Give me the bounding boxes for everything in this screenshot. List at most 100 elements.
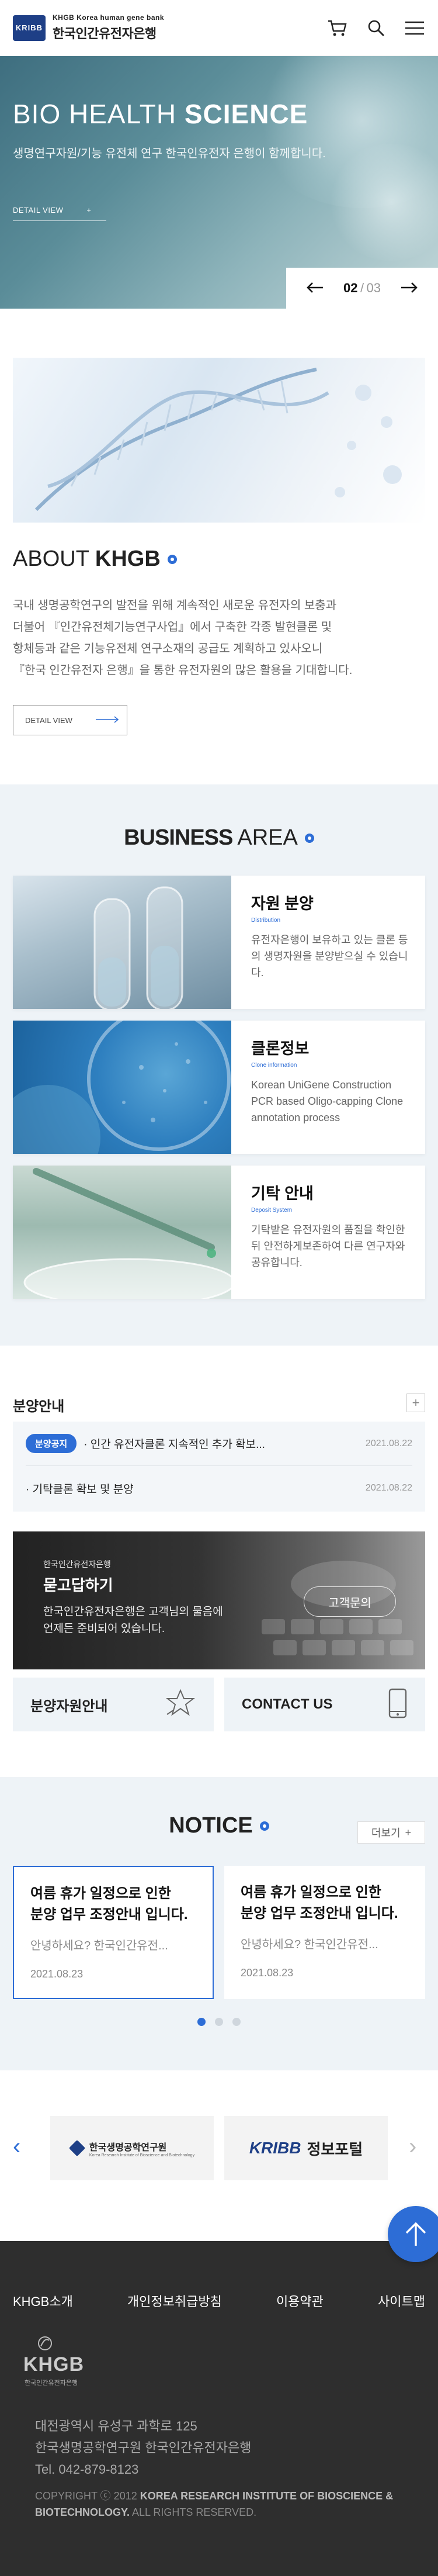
customer-inquiry-button[interactable]: 고객문의: [304, 1586, 396, 1617]
about-title-light: ABOUT: [13, 547, 89, 571]
partner-text: 한국생명공학연구원 Korea Research Institute of Bi…: [89, 2139, 194, 2157]
notice-card-title-line: 분양 업무 조정안내 입니다.: [30, 1907, 188, 1923]
badge-star-icon: [165, 1688, 196, 1721]
dot-icon: [304, 833, 314, 843]
list-item-date: 2021.08.22: [365, 1438, 412, 1448]
pagination-dot[interactable]: [197, 2018, 206, 2026]
footer-link-terms[interactable]: 이용약관: [276, 2291, 324, 2310]
hero-detail-link[interactable]: DETAIL VIEW +: [13, 206, 106, 221]
footer-logo: KHGB 한국인간유전자은행: [23, 2335, 105, 2393]
pagination-dot[interactable]: [215, 2018, 223, 2026]
notice-card-desc: 안녕하세요? 한국인간유전...: [241, 1938, 378, 1951]
about-desc-line: 『한국 인간유전자 은행』을 통한 유전자원의 많은 활용을 기대합니다.: [13, 664, 353, 677]
business-card-clone-info[interactable]: 클론정보 Clone information Korean UniGene Co…: [13, 1021, 425, 1154]
page-current: 02: [343, 281, 358, 295]
copyright-prefix: COPYRIGHT ⓒ 2012: [35, 2490, 140, 2502]
hero-detail-label: DETAIL VIEW: [13, 206, 64, 215]
list-item-title: · 인간 유전자클론 지속적인 추가 확보...: [84, 1439, 265, 1451]
scroll-top-button[interactable]: [388, 2206, 438, 2262]
cart-icon[interactable]: [327, 18, 348, 39]
test-tubes-image: [13, 876, 231, 1009]
distribution-resource-link[interactable]: 분양자원안내: [13, 1678, 214, 1731]
about-desc-line: 더불어 『인간유전체기능연구사업』에서 구축한 각종 발현클론 및: [13, 621, 332, 634]
list-item-title: · 기탁클론 확보 및 분양: [26, 1483, 134, 1496]
footer-address: 대전광역시 유성구 과학로 125 한국생명공학연구원 한국인간유전자은행 Te…: [35, 2415, 251, 2480]
next-arrow-icon[interactable]: [397, 279, 420, 298]
logo-english: KHGB Korea human gene bank: [53, 13, 165, 22]
partner-name: 한국생명공학연구원: [89, 2142, 167, 2153]
footer-logo-text: KHGB: [23, 2353, 85, 2376]
footer-copyright: COPYRIGHT ⓒ 2012 KOREA RESEARCH INSTITUT…: [35, 2488, 420, 2520]
arrow-right-icon: [95, 715, 119, 725]
business-card-text: Korean UniGene Construction PCR based Ol…: [251, 1079, 404, 1123]
notice-card-title: 여름 휴가 일정으로 인한 분양 업무 조정안내 입니다.: [30, 1883, 196, 1925]
notice-card-date: 2021.08.23: [30, 1968, 84, 1980]
partner-logo-kribb[interactable]: 한국생명공학연구원 Korea Research Institute of Bi…: [50, 2116, 214, 2180]
partner-prev-icon[interactable]: ‹: [13, 2134, 20, 2160]
business-card-text: 유전자은행이 보유하고 있는 클론 등의 생명자원을 분양받으실 수 있습니다.: [251, 934, 408, 978]
business-card-text: 기탁받은 유전자원의 품질을 확인한뒤 안전하게보존하여 다른 연구자와 공유합…: [251, 1224, 405, 1268]
logo-mark[interactable]: KRIBB: [13, 15, 46, 41]
notice-more-button[interactable]: 더보기 +: [357, 1821, 425, 1844]
contact-us-link[interactable]: CONTACT US: [224, 1678, 425, 1731]
footer-link-sitemap[interactable]: 사이트맵: [378, 2291, 425, 2310]
search-icon[interactable]: [366, 18, 387, 39]
business-title-light: AREA: [237, 825, 298, 850]
kribb-emblem-icon: [69, 2141, 85, 2156]
address-line: Tel. 042-879-8123: [35, 2462, 139, 2477]
logo-text[interactable]: KHGB Korea human gene bank 한국인간유전자은행: [53, 13, 164, 42]
dna-helix-graphic: [34, 368, 402, 511]
hero-pager: 02 / 03: [286, 268, 438, 309]
footer-link-about[interactable]: KHGB소개: [13, 2291, 73, 2310]
business-card-subtitle: Clone information: [251, 1062, 297, 1069]
list-item-date: 2021.08.22: [365, 1483, 412, 1493]
partner-name: 정보포털: [307, 2140, 363, 2158]
notice-card[interactable]: 여름 휴가 일정으로 인한 분양 업무 조정안내 입니다. 안녕하세요? 한국인…: [224, 1866, 425, 1999]
dna-image: [13, 358, 425, 523]
logo-korean: 한국인간유전자은행: [53, 26, 157, 41]
hero-title: BIO HEALTH SCIENCE: [13, 98, 308, 130]
about-detail-button[interactable]: DETAIL VIEW: [13, 705, 127, 735]
quick-link-label: CONTACT US: [242, 1696, 333, 1712]
business-card-body: 자원 분양 Distribution 유전자은행이 보유하고 있는 클론 등의 …: [231, 876, 425, 1009]
footer-link-privacy[interactable]: 개인정보취급방침: [127, 2291, 222, 2310]
about-description: 국내 생명공학연구의 발전을 위해 계속적인 새로운 유전자의 보충과 더불어 …: [13, 595, 425, 682]
distribution-more-plus-icon[interactable]: +: [406, 1394, 425, 1412]
plus-icon: +: [405, 1826, 412, 1838]
business-card-subtitle: Deposit System: [251, 1207, 293, 1213]
about-title: ABOUT KHGB: [13, 547, 177, 572]
logo-leaf-icon: [38, 2336, 52, 2350]
hero-subtitle: 생명연구자원/기능 유전체 연구 한국인유전자 은행이 함께합니다.: [13, 147, 326, 160]
notice-card-title-line: 분양 업무 조정안내 입니다.: [241, 1906, 398, 1921]
quick-link-label: 분양자원안내: [30, 1698, 108, 1714]
notice-card-date: 2021.08.23: [241, 1967, 294, 1979]
dot-icon: [167, 554, 177, 564]
partner-logo-portal[interactable]: KRIBB 정보포털: [224, 2116, 388, 2180]
business-card-subtitle: Distribution: [251, 917, 281, 924]
site-footer: KHGB소개 개인정보취급방침 이용약관 사이트맵 KHGB 한국인간유전자은행…: [0, 2241, 438, 2576]
pagination-dot[interactable]: [232, 2018, 241, 2026]
notice-card[interactable]: 여름 휴가 일정으로 인한 분양 업무 조정안내 입니다. 안녕하세요? 한국인…: [13, 1866, 214, 1999]
notice-badge: 분양공지: [26, 1434, 77, 1453]
list-item[interactable]: 분양공지 · 인간 유전자클론 지속적인 추가 확보... 2021.08.22: [26, 1422, 412, 1466]
partner-next-icon[interactable]: ›: [409, 2134, 416, 2160]
footer-links: KHGB소개 개인정보취급방침 이용약관 사이트맵: [13, 2291, 425, 2310]
partner-sub: KRIBB: [249, 2139, 301, 2157]
hero-title-light: BIO HEALTH: [13, 99, 185, 129]
business-card-title: 기탁 안내: [251, 1185, 314, 1202]
business-card-body: 클론정보 Clone information Korean UniGene Co…: [231, 1021, 425, 1154]
notice-title-text: NOTICE: [169, 1813, 253, 1838]
business-card-deposit[interactable]: 기탁 안내 Deposit System 기탁받은 유전자원의 품질을 확인한뒤…: [13, 1166, 425, 1299]
menu-icon[interactable]: [404, 18, 425, 39]
notice-pagination: [0, 2018, 438, 2026]
list-item[interactable]: · 기탁클론 확보 및 분양 2021.08.22: [26, 1466, 412, 1510]
prev-arrow-icon[interactable]: [304, 279, 327, 298]
copyright-suffix: ALL RIGHTS RESERVED.: [130, 2506, 257, 2518]
pipette-image: [13, 1166, 231, 1299]
about-desc-line: 국내 생명공학연구의 발전을 위해 계속적인 새로운 유전자의 보충과: [13, 599, 337, 612]
page-total: 03: [366, 281, 381, 295]
page-indicator: 02 / 03: [343, 281, 381, 296]
business-card-distribution[interactable]: 자원 분양 Distribution 유전자은행이 보유하고 있는 클론 등의 …: [13, 876, 425, 1009]
notice-card-title: 여름 휴가 일정으로 인한 분양 업무 조정안내 입니다.: [241, 1882, 409, 1924]
business-card-title: 자원 분양: [251, 895, 314, 912]
